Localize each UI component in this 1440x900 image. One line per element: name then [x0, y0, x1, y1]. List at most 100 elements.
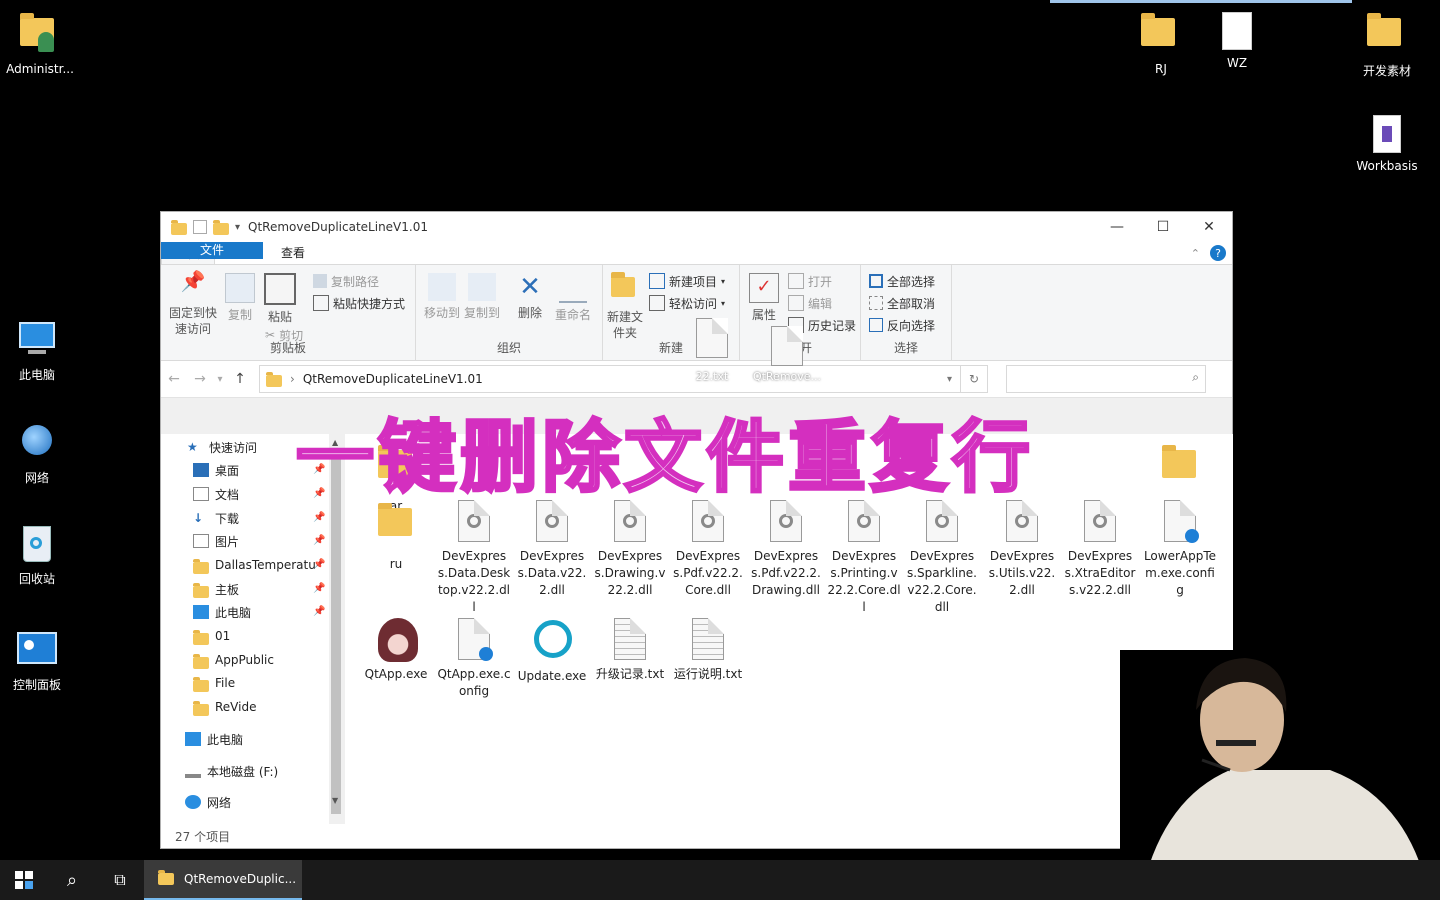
- file-item[interactable]: DevExpress.Data.Desktop.v22.2.dll: [437, 500, 511, 616]
- file-item[interactable]: 升级记录.txt: [593, 618, 667, 683]
- copy-to-button[interactable]: 复制到: [462, 273, 502, 321]
- copy-to-icon: [468, 273, 496, 301]
- file-item[interactable]: DevExpress.Pdf.v22.2.Core.dll: [671, 500, 745, 599]
- open-button[interactable]: 打开: [788, 271, 832, 291]
- pin-icon[interactable]: 📌: [313, 535, 325, 546]
- nav-item-downloads[interactable]: ↓ 下载: [193, 507, 239, 529]
- file-item[interactable]: QtApp.exe.config: [437, 618, 511, 700]
- invert-selection-button[interactable]: 反向选择: [869, 315, 935, 335]
- file-item[interactable]: Update.exe: [515, 618, 589, 685]
- tab-view[interactable]: 查看: [267, 242, 319, 264]
- delete-button[interactable]: ✕ 删除: [512, 273, 548, 321]
- nav-item-documents[interactable]: 文档: [193, 483, 239, 505]
- paste-button[interactable]: 粘贴: [261, 273, 299, 325]
- file-item[interactable]: DevExpress.XtraEditors.v22.2.dll: [1063, 500, 1137, 599]
- group-clipboard: 📌 固定到快速访问 复制 粘贴 复制路径 粘贴快捷方式 ✂ 剪切 剪贴板: [161, 265, 416, 360]
- start-button[interactable]: [0, 860, 48, 900]
- new-folder-button[interactable]: 新建文件夹: [605, 272, 645, 341]
- nav-item-this-pc[interactable]: 此电脑: [185, 728, 243, 750]
- file-item[interactable]: DevExpress.Pdf.v22.2.Drawing.dll: [749, 500, 823, 599]
- desktop-icon-control-panel[interactable]: 控制面板: [0, 628, 77, 693]
- select-all-button[interactable]: 全部选择: [869, 271, 935, 291]
- file-item[interactable]: ru: [359, 500, 433, 573]
- desktop-icon-workbasis[interactable]: Workbasis: [1347, 113, 1427, 173]
- app-file-icon: [771, 326, 803, 366]
- control-panel-icon: [17, 632, 57, 672]
- nav-item-quick-access[interactable]: ★ 快速访问: [187, 436, 257, 458]
- user-folder-icon: [20, 13, 60, 58]
- properties-quick-icon[interactable]: [193, 220, 207, 234]
- file-item[interactable]: DevExpress.Data.v22.2.dll: [515, 500, 589, 599]
- minimize-button[interactable]: —: [1094, 212, 1140, 242]
- pin-icon[interactable]: 📌: [313, 512, 325, 523]
- file-item[interactable]: QtApp.exe: [359, 618, 433, 683]
- copy-button[interactable]: 复制: [223, 273, 257, 323]
- nav-item-dallas[interactable]: DallasTemperatu: [193, 554, 316, 576]
- recent-locations-button[interactable]: ▾: [213, 374, 227, 385]
- task-view-button[interactable]: ⧉: [96, 860, 144, 900]
- desktop-icon-network[interactable]: 网络: [0, 421, 77, 486]
- scroll-thumb[interactable]: [331, 456, 341, 814]
- desktop-icon-recycle-bin[interactable]: 回收站: [0, 524, 77, 587]
- nav-item-apppublic[interactable]: AppPublic: [193, 649, 274, 671]
- file-item[interactable]: LowerAppTem.exe.config: [1143, 500, 1217, 599]
- address-dropdown-icon[interactable]: ▾: [947, 374, 952, 385]
- document-icon: [193, 487, 209, 501]
- pictures-icon: [193, 534, 209, 548]
- rename-icon: [559, 273, 587, 303]
- nav-item-pictures[interactable]: 图片: [193, 530, 239, 552]
- group-label: 剪贴板: [269, 341, 306, 355]
- move-to-button[interactable]: 移动到: [422, 273, 462, 321]
- scroll-down-icon[interactable]: ▼: [332, 796, 338, 805]
- file-item[interactable]: DevExpress.Drawing.v22.2.dll: [593, 500, 667, 599]
- pin-icon[interactable]: 📌: [313, 606, 325, 617]
- search-input[interactable]: ⌕: [1006, 365, 1206, 393]
- desktop-icon-rj[interactable]: RJ: [1121, 10, 1201, 76]
- nav-item-network[interactable]: 网络: [185, 791, 231, 813]
- desktop-icon-dev-assets[interactable]: 开发素材: [1347, 10, 1427, 79]
- forward-button[interactable]: →: [187, 371, 213, 387]
- taskbar-app-explorer[interactable]: QtRemoveDuplic...: [144, 860, 302, 900]
- dragged-file-22-txt[interactable]: 22.txt: [677, 318, 747, 383]
- nav-item-revide[interactable]: ReVide: [193, 696, 256, 718]
- pin-quick-access-button[interactable]: 📌 固定到快速访问: [167, 271, 219, 337]
- nav-item-01[interactable]: 01: [193, 625, 230, 647]
- pin-icon[interactable]: 📌: [313, 559, 325, 570]
- desktop-icon-label: 网络: [24, 471, 49, 485]
- nav-item-local-disk-f[interactable]: 本地磁盘 (F:): [185, 760, 278, 782]
- refresh-button[interactable]: ↻: [961, 365, 988, 393]
- nav-item-mainboard[interactable]: 主板: [193, 578, 239, 600]
- rename-button[interactable]: 重命名: [552, 273, 594, 323]
- maximize-button[interactable]: ☐: [1140, 212, 1186, 242]
- easy-access-button[interactable]: 轻松访问 ▾: [649, 293, 725, 313]
- nav-item-file[interactable]: File: [193, 672, 235, 694]
- help-icon[interactable]: ?: [1210, 245, 1226, 261]
- new-item-icon: [649, 273, 665, 289]
- edit-button[interactable]: 编辑: [788, 293, 832, 313]
- file-item[interactable]: 运行说明.txt: [671, 618, 745, 683]
- close-button[interactable]: ✕: [1186, 212, 1232, 242]
- nav-item-desktop[interactable]: 桌面: [193, 459, 239, 481]
- paste-shortcut-button[interactable]: 粘贴快捷方式: [313, 293, 405, 313]
- address-box[interactable]: › QtRemoveDuplicateLineV1.01 ▾: [259, 365, 961, 393]
- desktop-icon-wz[interactable]: WZ: [1197, 10, 1277, 70]
- new-folder-quick-icon[interactable]: [213, 220, 229, 235]
- file-item[interactable]: DevExpress.Utils.v22.2.dll: [985, 500, 1059, 599]
- tab-file[interactable]: 文件: [161, 242, 263, 259]
- nav-item-this-pc-pinned[interactable]: 此电脑: [193, 601, 251, 623]
- new-item-button[interactable]: 新建项目 ▾: [649, 271, 725, 291]
- desktop-icon-administrator[interactable]: Administr...: [0, 10, 80, 76]
- search-button[interactable]: ⌕: [48, 860, 96, 900]
- file-item[interactable]: DevExpress.Sparkline.v22.2.Core.dll: [905, 500, 979, 616]
- dragged-file-qtremove[interactable]: QtRemove...: [752, 326, 822, 383]
- pin-icon[interactable]: 📌: [313, 583, 325, 594]
- desktop-icon-this-pc[interactable]: 此电脑: [0, 318, 77, 383]
- up-button[interactable]: ↑: [227, 371, 253, 387]
- select-none-button[interactable]: 全部取消: [869, 293, 935, 313]
- quick-access-dropdown-icon[interactable]: ▾: [235, 222, 240, 233]
- collapse-ribbon-icon[interactable]: ⌃: [1191, 247, 1200, 260]
- back-button[interactable]: ←: [161, 371, 187, 387]
- file-item[interactable]: DevExpress.Printing.v22.2.Core.dll: [827, 500, 901, 616]
- properties-button[interactable]: ✓ 属性: [744, 273, 784, 323]
- copy-path-button[interactable]: 复制路径: [313, 271, 379, 291]
